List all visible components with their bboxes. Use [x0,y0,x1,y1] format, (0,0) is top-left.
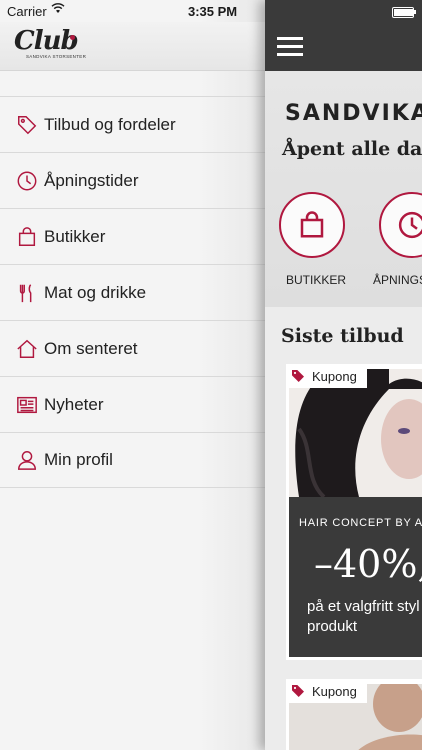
butikker-button[interactable] [279,192,345,258]
menu-header: Club SANDVIKA STORSENTER [0,22,265,71]
hero-title: SANDVIKA [285,101,422,126]
status-bar: Carrier 3:35 PM [0,0,265,22]
menu-item-label: Om senteret [44,338,138,358]
top-bar [265,0,422,71]
tag-icon [292,370,304,382]
clock-icon [398,211,422,239]
butikker-label: BUTIKKER [286,273,347,287]
newspaper-icon [16,394,38,416]
menu-item-label: Nyheter [44,394,104,414]
offer-brand: HAIR CONCEPT BY A-SA [299,517,422,529]
offer-discount: –40%, [314,542,422,586]
hero-banner: SANDVIKA Åpent alle dage BUTIKKER ÅPNING… [265,71,422,307]
battery-icon [392,7,416,18]
menu-item-label: Min profil [44,450,113,469]
offer-description: på et valgfritt styl produkt [307,598,420,635]
hamburger-menu-icon[interactable] [277,37,303,57]
offer-photo [289,369,422,497]
menu-list: Tilbud og fordeler Åpningstider Butikker… [0,96,265,488]
fork-knife-icon [16,282,38,304]
menu-item-label: Åpningstider [44,170,139,190]
offer-card[interactable]: Kupong HAIR CONCEPT BY A-SA –40%, på et … [286,364,422,660]
main-content: SANDVIKA Åpent alle dage BUTIKKER ÅPNING… [265,0,422,750]
carrier-label: Carrier [7,4,47,19]
apningstider-label: ÅPNINGS [373,273,422,287]
shopping-bag-icon [16,226,38,248]
offer-card[interactable]: Kupong [286,679,422,750]
coupon-tag: Kupong [286,679,367,703]
apningstider-button[interactable] [379,192,422,258]
logo-dot [70,35,75,40]
tag-icon [16,114,38,136]
menu-item-label: Tilbud og fordeler [44,114,176,134]
menu-item-label: Butikker [44,226,106,246]
clock-icon [16,170,38,192]
menu-item-apningstider[interactable]: Åpningstider [0,152,265,208]
section-title: Siste tilbud [281,325,404,347]
hero-subtitle: Åpent alle dage [282,138,422,160]
menu-item-om-senteret[interactable]: Om senteret [0,320,265,376]
shopping-bag-icon [300,211,324,238]
menu-item-mat-og-drikke[interactable]: Mat og drikke [0,264,265,320]
offer-details: HAIR CONCEPT BY A-SA –40%, på et valgfri… [289,497,422,657]
menu-item-tilbud[interactable]: Tilbud og fordeler [0,96,265,152]
menu-item-label: Mat og drikke [44,282,147,302]
battery-fill [394,9,414,16]
coupon-tag: Kupong [286,364,367,388]
coupon-label: Kupong [312,368,357,384]
club-logo[interactable]: Club SANDVIKA STORSENTER [14,26,87,64]
wifi-icon [51,3,65,17]
menu-item-butikker[interactable]: Butikker [0,208,265,264]
menu-item-min-profil[interactable]: Min profil [0,432,265,488]
logo-subtitle: SANDVIKA STORSENTER [26,54,87,59]
clock-time: 3:35 PM [188,4,238,19]
house-icon [16,338,38,360]
coupon-label: Kupong [312,683,357,699]
tag-icon [292,685,304,697]
menu-item-nyheter[interactable]: Nyheter [0,376,265,432]
side-menu: Carrier 3:35 PM Club SANDVIKA STORSENTER… [0,0,265,750]
logo-text: Club [14,26,79,56]
user-icon [16,449,38,471]
